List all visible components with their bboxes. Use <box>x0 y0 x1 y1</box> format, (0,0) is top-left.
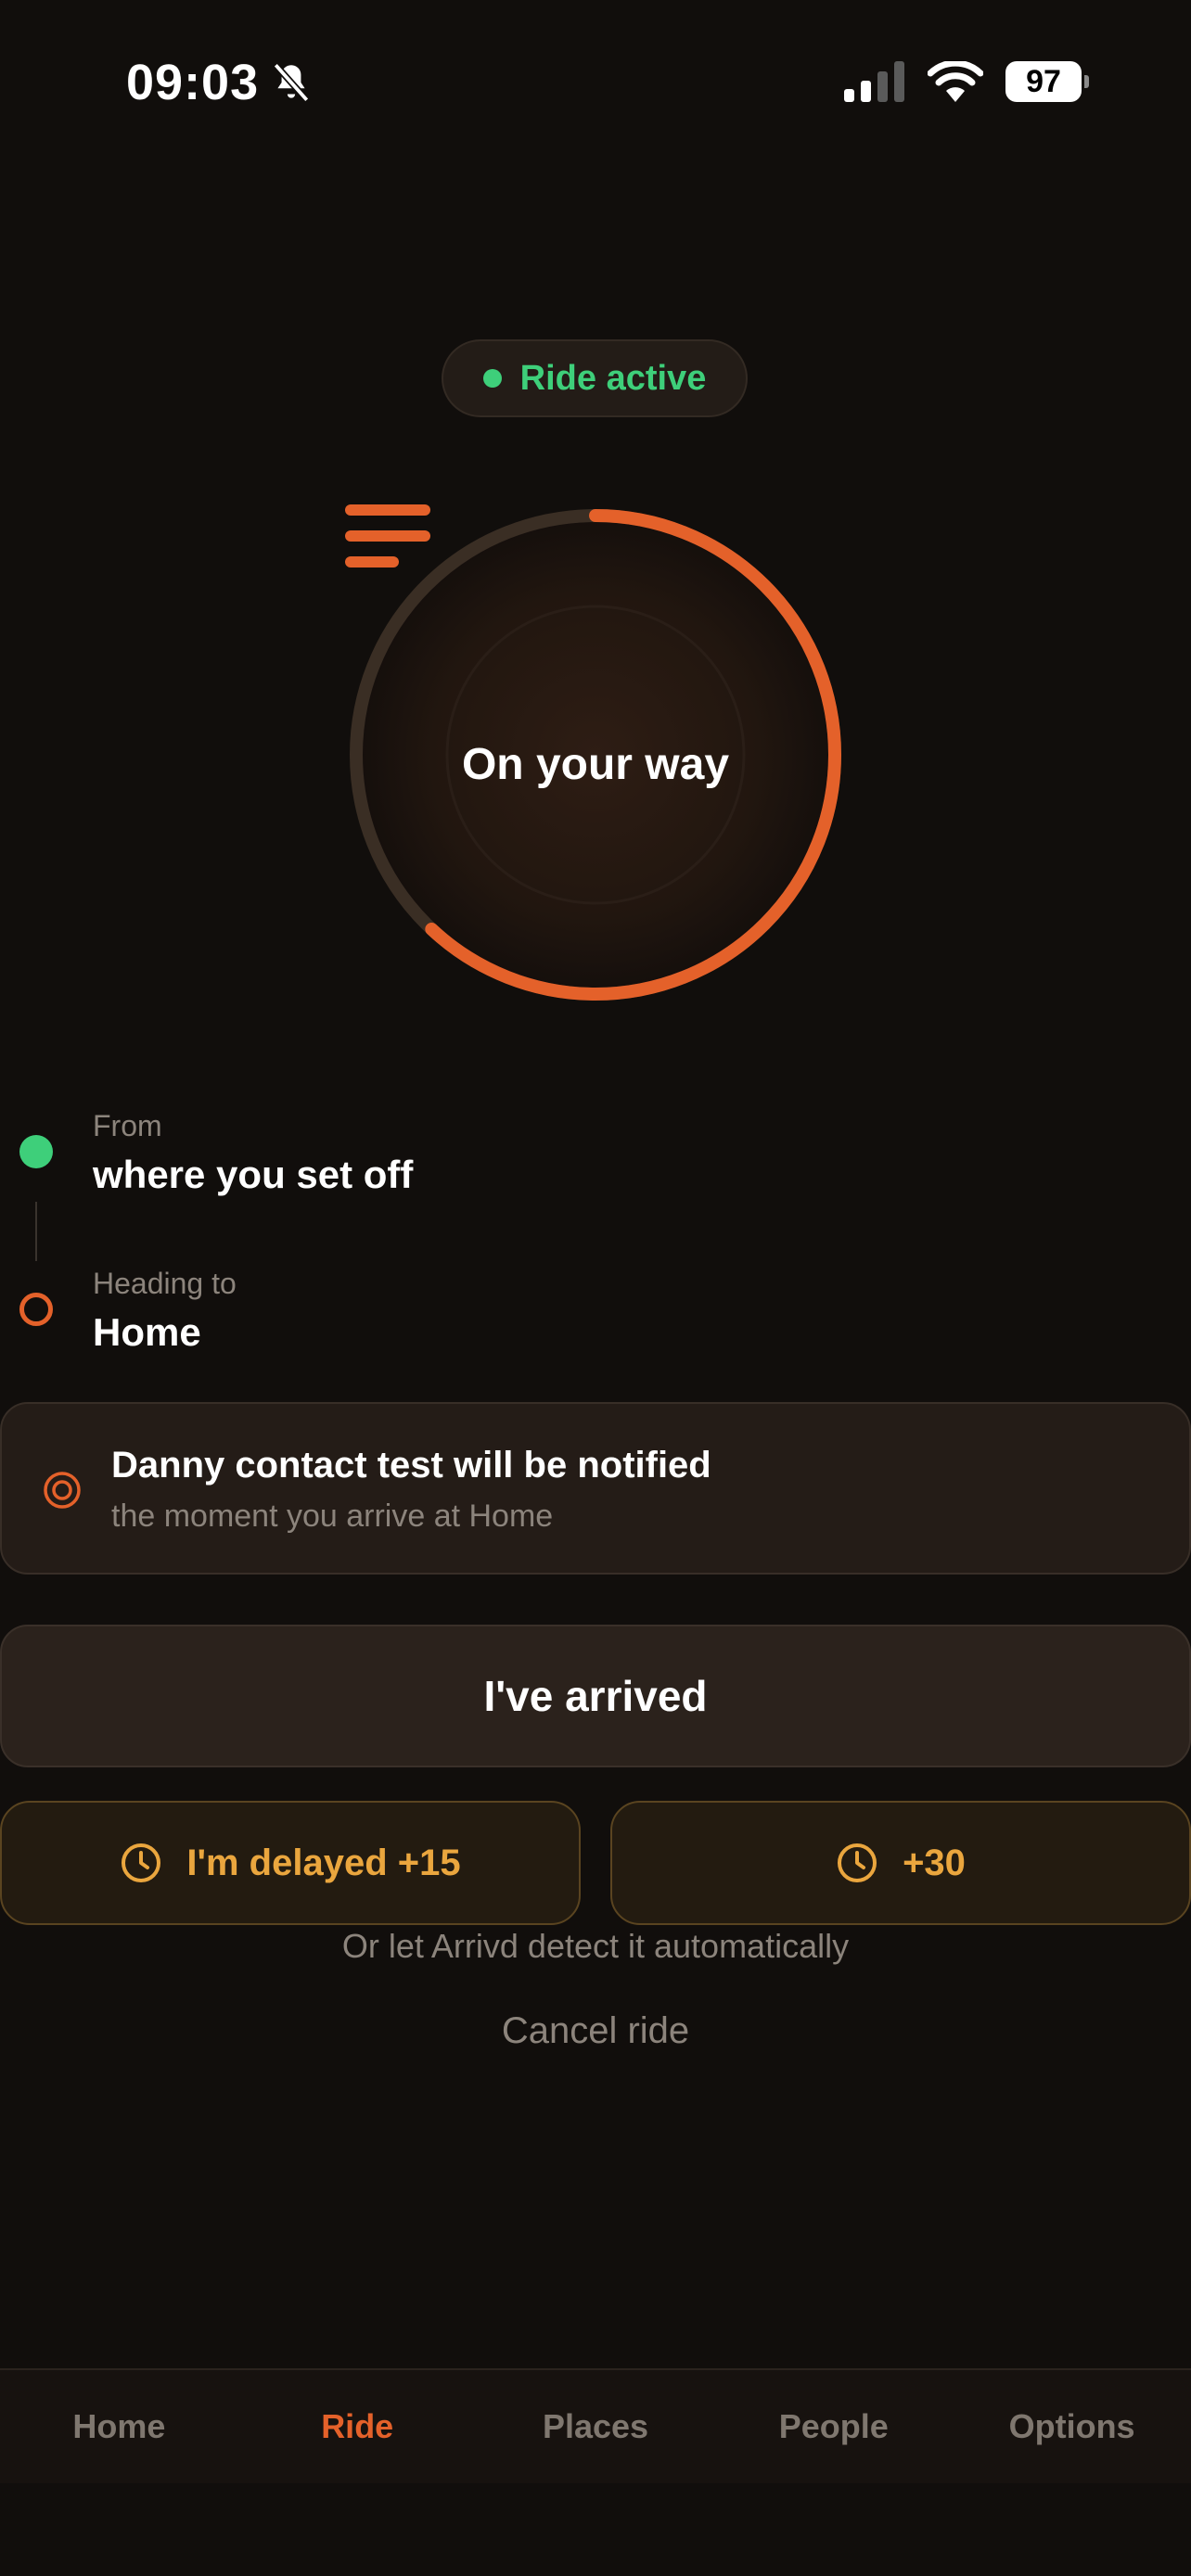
to-value: Home <box>93 1310 201 1354</box>
battery-level: 97 <box>1026 63 1061 99</box>
from-label: From <box>93 1109 162 1142</box>
clock-time: 09:03 <box>126 55 260 110</box>
progress-ring: On your way <box>345 504 846 1005</box>
arrived-button[interactable]: I've arrived <box>0 1625 1191 1767</box>
notify-title: Danny contact test will be notified <box>111 1445 711 1486</box>
lines-icon <box>345 504 430 567</box>
nav-item-people[interactable]: People <box>714 2370 953 2483</box>
delay-15-button[interactable]: I'm delayed +15 <box>0 1801 581 1925</box>
delay-30-button[interactable]: +30 <box>610 1801 1191 1925</box>
delay-30-label: +30 <box>903 1842 966 1883</box>
status-dot-icon <box>482 369 502 388</box>
progress-ring-center: On your way <box>345 504 846 1005</box>
battery-indicator: 97 <box>1005 61 1089 102</box>
notify-subtitle: the moment you arrive at Home <box>111 1498 554 1534</box>
status-bar-time: 09:03 <box>126 54 314 111</box>
wifi-icon <box>928 61 983 102</box>
nav-item-options[interactable]: Options <box>953 2370 1191 2483</box>
notify-card: Danny contact test will be notified the … <box>0 1402 1191 1575</box>
route-to: Heading to Home <box>93 1267 237 1355</box>
auto-detect-text: Or let Arrivd detect it automatically <box>341 1927 850 1965</box>
destination-ring-icon <box>19 1293 53 1326</box>
clock-icon <box>122 1843 161 1882</box>
status-bar-indicators: 97 <box>844 61 1089 102</box>
nav-item-home[interactable]: Home <box>0 2370 238 2483</box>
cancel-ride-button[interactable]: Cancel ride <box>0 2010 1191 2052</box>
delay-15-label: I'm delayed +15 <box>186 1842 461 1883</box>
cellular-signal-icon <box>844 61 904 102</box>
bottom-nav: Home Ride Places People Options <box>0 2368 1191 2483</box>
bell-slash-icon <box>273 62 310 103</box>
target-icon <box>44 1472 81 1509</box>
ride-status-label: Ride active <box>519 358 707 398</box>
from-value: where you set off <box>93 1153 414 1196</box>
ride-status-badge: Ride active <box>442 339 748 417</box>
arrived-button-label: I've arrived <box>483 1672 708 1720</box>
to-label: Heading to <box>93 1267 237 1300</box>
route-connector <box>35 1202 37 1261</box>
nav-item-places[interactable]: Places <box>477 2370 715 2483</box>
progress-label: On your way <box>461 739 730 789</box>
origin-dot-icon <box>19 1135 53 1168</box>
nav-item-ride[interactable]: Ride <box>238 2370 477 2483</box>
route-from: From where you set off <box>93 1109 413 1197</box>
clock-icon <box>838 1843 877 1882</box>
